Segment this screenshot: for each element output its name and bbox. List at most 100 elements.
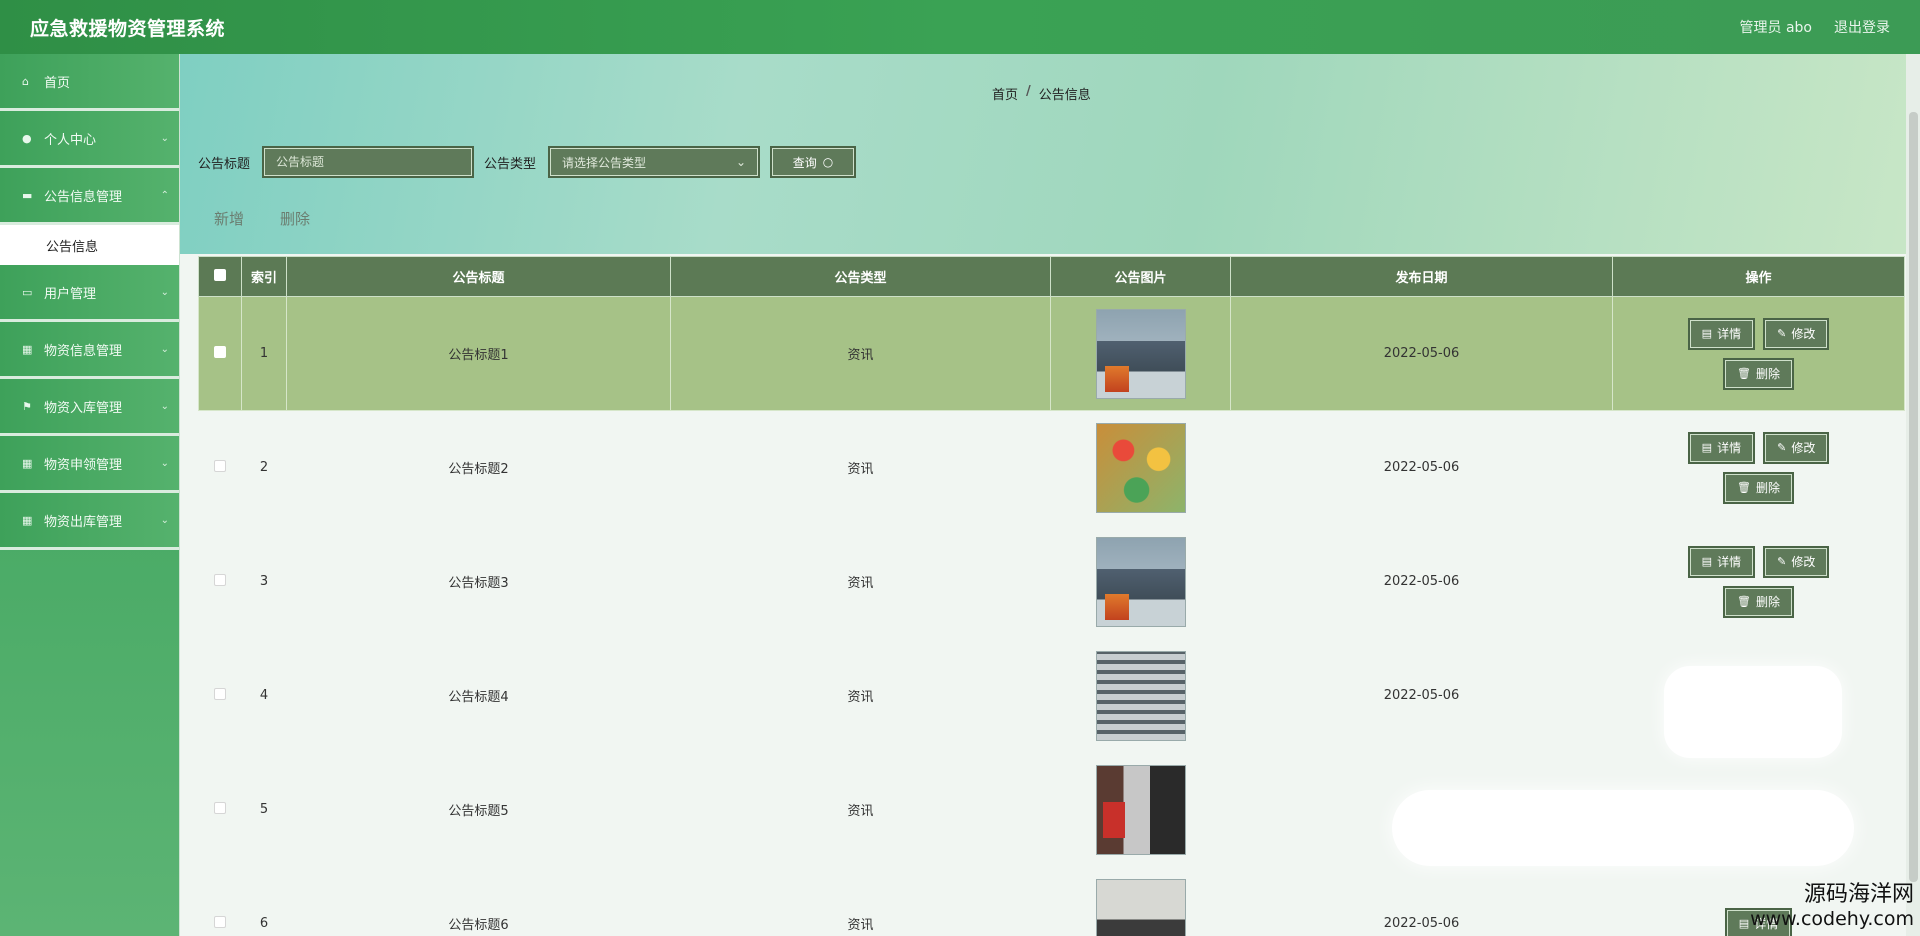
breadcrumb-current: 公告信息 <box>1038 88 1091 103</box>
notice-image[interactable] <box>1095 764 1186 855</box>
header-title: 公告标题 <box>286 256 671 297</box>
logout-link[interactable]: 退出登录 <box>1834 17 1890 37</box>
row-checkbox[interactable] <box>214 573 226 586</box>
row-checkbox[interactable] <box>214 801 226 814</box>
pencil-icon: ✎ <box>1777 555 1787 568</box>
folder-icon: ▬ <box>22 188 33 202</box>
row-checkbox[interactable] <box>214 915 226 928</box>
row-checkbox[interactable] <box>214 345 226 358</box>
delete-button[interactable]: 🗑 删除 <box>1723 471 1794 504</box>
document-icon: ▤ <box>1701 327 1713 340</box>
notice-image[interactable] <box>1095 308 1186 399</box>
breadcrumb-home[interactable]: 首页 <box>992 84 1018 103</box>
row-checkbox[interactable] <box>214 459 226 472</box>
delete-button[interactable]: 🗑 删除 <box>1723 585 1794 618</box>
query-button[interactable]: 查询 ○ <box>770 146 857 178</box>
document-icon: ▤ <box>1701 441 1713 455</box>
row-index: 6 <box>259 916 269 931</box>
table-header-row: 索引 公告标题 公告类型 公告图片 发布日期 操作 <box>198 256 1905 297</box>
detail-button-label: 详情 <box>1717 555 1742 569</box>
table-row[interactable]: 4 公告标题4 资讯 2022-05-06 <box>199 639 1905 753</box>
row-title: 公告标题5 <box>448 804 509 819</box>
row-date: 2022-05-06 <box>1383 688 1460 703</box>
row-title: 公告标题1 <box>286 296 671 411</box>
search-bar: 公告标题 公告类型 请选择公告类型 ⌄ 查询 ○ <box>198 146 857 178</box>
header-operations: 操作 <box>1612 256 1905 297</box>
notice-image[interactable] <box>1095 878 1186 936</box>
edit-button-label: 修改 <box>1791 555 1816 569</box>
sidebar-item-label: 用户管理 <box>44 286 97 302</box>
sidebar-item-material-apply[interactable]: ▦ 物资申领管理 ⌄ <box>0 436 179 493</box>
table-row[interactable]: 6 公告标题6 资讯 2022-05-06 ▤ 详情 <box>199 867 1905 936</box>
table-row[interactable]: 1 公告标题1 资讯 2022-05-06 ▤ 详情 ✎ 修改 🗑 删除 <box>198 296 1905 411</box>
row-checkbox-cell <box>198 296 242 411</box>
sidebar-item-label: 物资入库管理 <box>44 400 123 416</box>
title-search-label: 公告标题 <box>198 156 251 172</box>
current-user: 管理员 abo <box>1739 20 1812 36</box>
row-checkbox-cell <box>199 753 242 867</box>
edit-button[interactable]: ✎ 修改 <box>1763 545 1830 578</box>
table-row[interactable]: 2 公告标题2 资讯 2022-05-06 ▤ 详情 ✎ 修改 🗑 删除 <box>199 411 1905 525</box>
scrollbar[interactable] <box>1906 54 1920 936</box>
sidebar-subitem-notice-info[interactable]: 公告信息 <box>0 225 179 265</box>
breadcrumb-separator: / <box>1026 84 1031 99</box>
row-checkbox-cell <box>199 639 242 753</box>
batch-delete-button[interactable]: 删除 <box>280 208 310 229</box>
sidebar-item-label: 物资信息管理 <box>44 343 123 359</box>
document-icon: ▤ <box>1701 555 1713 568</box>
monitor-icon: ▭ <box>22 285 33 299</box>
detail-button-label: 详情 <box>1717 327 1742 341</box>
sidebar-item-personal-center[interactable]: ● 个人中心 ⌄ <box>0 111 179 168</box>
detail-button[interactable]: ▤ 详情 <box>1687 431 1756 464</box>
detail-button[interactable]: ▤ 详情 <box>1687 545 1756 578</box>
table-row[interactable]: 3 公告标题3 资讯 2022-05-06 ▤ 详情 ✎ 修改 🗑 删除 <box>199 525 1905 639</box>
add-button[interactable]: 新增 <box>214 208 244 229</box>
sidebar-item-label: 个人中心 <box>44 132 97 148</box>
edit-button[interactable]: ✎ 修改 <box>1763 317 1830 350</box>
sidebar-item-material-info[interactable]: ▦ 物资信息管理 ⌄ <box>0 322 179 379</box>
chevron-up-icon: ⌃ <box>160 189 169 201</box>
select-all-checkbox[interactable] <box>214 268 226 281</box>
overlay-blob <box>1392 790 1854 866</box>
sidebar-item-home[interactable]: ⌂ 首页 <box>0 54 179 111</box>
type-select[interactable]: 请选择公告类型 ⌄ <box>548 146 761 178</box>
notice-image[interactable] <box>1095 650 1186 741</box>
header-image: 公告图片 <box>1050 256 1231 297</box>
sidebar-item-material-outbound[interactable]: ▦ 物资出库管理 ⌄ <box>0 493 179 550</box>
trash-icon: 🗑 <box>1737 367 1751 380</box>
scroll-thumb[interactable] <box>1909 112 1918 882</box>
watermark-url: www.codehy.com <box>1750 908 1914 930</box>
row-index: 4 <box>259 688 269 703</box>
row-checkbox[interactable] <box>214 687 226 700</box>
sidebar-item-notice-management[interactable]: ▬ 公告信息管理 ⌃ <box>0 168 179 225</box>
delete-button[interactable]: 🗑 删除 <box>1723 357 1794 390</box>
pencil-icon: ✎ <box>1777 441 1787 455</box>
delete-button-label: 删除 <box>1755 367 1780 381</box>
sidebar-item-label: 物资出库管理 <box>44 514 123 530</box>
select-all-header <box>198 256 242 297</box>
breadcrumb: 首页 / 公告信息 <box>992 84 1091 103</box>
sidebar-item-material-inbound[interactable]: ⚑ 物资入库管理 ⌄ <box>0 379 179 436</box>
row-type: 资讯 <box>847 690 874 705</box>
grid-icon: ▦ <box>22 456 33 470</box>
detail-button[interactable]: ▤ 详情 <box>1687 317 1756 350</box>
sidebar-item-label: 首页 <box>44 75 71 91</box>
chevron-down-icon: ⌄ <box>735 155 747 169</box>
row-title: 公告标题6 <box>448 918 509 933</box>
row-operations: ▤ 详情 ✎ 修改 🗑 删除 <box>1612 296 1905 411</box>
row-checkbox-cell <box>199 867 242 936</box>
notice-image[interactable] <box>1095 422 1186 513</box>
edit-button-label: 修改 <box>1791 327 1816 341</box>
trash-icon: 🗑 <box>1737 595 1751 608</box>
row-date: 2022-05-06 <box>1383 574 1460 589</box>
type-select-placeholder: 请选择公告类型 <box>562 155 647 170</box>
chevron-down-icon: ⌄ <box>160 457 169 469</box>
delete-button-label: 删除 <box>1755 595 1780 609</box>
title-search-input[interactable] <box>262 146 475 178</box>
row-type: 资讯 <box>847 462 874 478</box>
row-index: 2 <box>259 460 269 476</box>
sidebar-item-user-management[interactable]: ▭ 用户管理 ⌄ <box>0 265 179 322</box>
edit-button[interactable]: ✎ 修改 <box>1763 431 1830 464</box>
home-icon: ⌂ <box>22 74 29 88</box>
notice-image[interactable] <box>1095 536 1186 627</box>
